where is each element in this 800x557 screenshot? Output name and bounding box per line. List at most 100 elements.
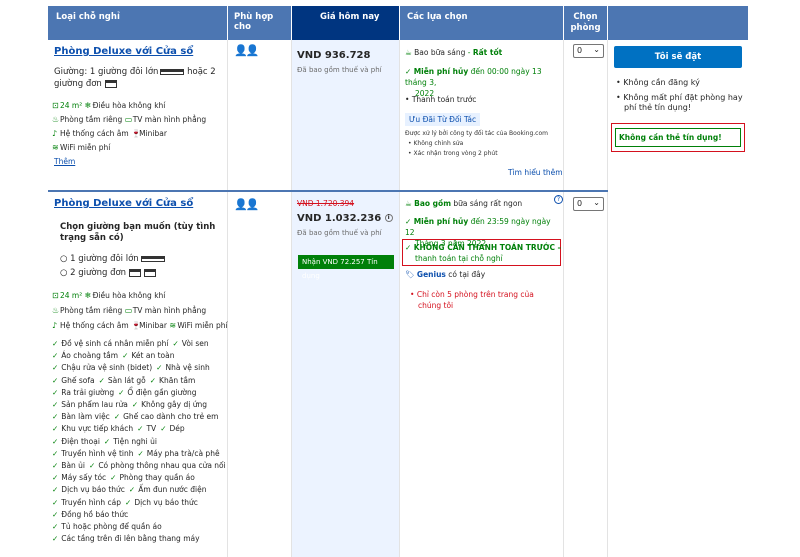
wifi-icon: ≋ [52,143,59,152]
sidebar-bullet: • Không mất phí đặt phòng hay phí thẻ tí… [616,92,743,113]
area-icon: ⊡ [52,101,59,110]
two-guests-icon: 👤👤 [234,198,259,211]
room1-quantity-select[interactable]: 0 ⌄ [573,44,604,58]
amenity-row: ✓ Chậu rửa vệ sinh (bidet) ✓ Nhà vệ sinh [52,363,210,372]
room2-scarcity: • Chỉ còn 5 phòng trên trang của chúng t… [410,290,534,310]
check-icon: ✓ [118,387,125,397]
check-icon: ✓ [89,461,96,470]
radio-icon[interactable]: ○ [60,268,67,278]
room2-bed-option-2[interactable]: ○ 2 giường đơn [60,268,157,278]
amenity-item: Bàn ủi [61,461,86,470]
amenity-item: Dịch vụ báo thức [134,497,198,507]
check-icon: ✓ [137,424,144,434]
amenity-item: Ghế cao dành cho trẻ em [123,412,219,422]
header-choices: Các lựa chọn [400,6,563,40]
amenity-item: Không gây dị ứng [141,400,207,409]
room2-choose-bed: Chọn giường bạn muốn (tùy tình trạng sẵn… [60,222,216,243]
price-column-bg [292,40,399,557]
snowflake-icon: ❄ [84,291,92,300]
header-blank [608,6,748,40]
check-icon: ✓ [52,400,59,409]
check-icon: ✓ [122,351,129,361]
radio-icon[interactable]: ○ [60,254,67,264]
sidebar-bullet: • Không cần đăng ký [616,78,700,87]
amenity-row: ✓ Đồng hồ báo thức [52,510,128,519]
room2-genius: 🏷 Genius có tại đây [405,270,486,279]
check-icon: ✓ [128,485,136,495]
check-icon: ✓ [52,412,59,422]
check-icon: ✓ [52,534,59,544]
minibar-icon: 🍷 [131,129,142,138]
room2-bed-option-1[interactable]: ○ 1 giường đôi lớn [60,254,165,264]
room2-feature-row: ♪ Hệ thống cách âm 🍷Minibar ≋WiFi miễn ph… [52,321,228,330]
room1-price: VND 936.728 [297,50,371,61]
snowflake-icon: ❄ [84,101,92,110]
check-icon: ✓ [52,522,59,531]
amenity-item: Truyền hình vệ tinh [61,448,134,458]
credit-badge: Nhận VND 72.257 Tín dụng [298,255,394,280]
amenity-row: ✓ Đồ vệ sinh cá nhân miễn phí ✓ Vòi sen [52,339,209,348]
no-card-badge: Không cần thẻ tín dụng! [615,128,741,147]
room1-breakfast: ☕ Bao bữa sáng - Rất tốt [405,48,503,57]
check-icon: ✓ [52,339,59,348]
coffee-icon: ☕ [405,199,412,208]
check-icon: ✓ [52,473,59,483]
check-icon: ✓ [156,363,163,373]
reserve-button[interactable]: Tôi sẽ đặt [614,46,742,68]
partner-bullet: • Không chỉnh sửa [408,140,464,147]
check-icon: ✓ [52,424,59,434]
amenity-item: Có phòng thông nhau qua cửa nối [98,461,226,470]
room1-more-link[interactable]: Thêm [54,157,75,166]
room2-quantity-select[interactable]: 0 ⌄ [573,197,604,211]
check-icon: ✓ [52,448,59,458]
tv-icon: ▭ [124,115,133,124]
divider [607,40,608,557]
divider [399,40,400,557]
check-icon: ✓ [405,217,412,226]
room2-price-note: Đã bao gồm thuế và phí [297,229,382,237]
check-icon: ✓ [52,363,59,373]
partner-note: Được xử lý bởi công ty đối tác của Booki… [405,130,548,137]
amenity-item: Phòng thay quần áo [119,473,195,483]
header-price-today: Giá hôm nay [292,6,399,40]
room2-no-prepay: ✓ KHÔNG CẦN THANH TOÁN TRƯỚC – thanh toá… [405,243,562,263]
double-bed-icon [160,68,185,75]
amenity-item: Ấm đun nước điện [138,485,207,495]
room1-feature-row: ⊡24 m² ❄Điều hòa không khí [52,101,166,110]
room1-price-note: Đã bao gồm thuế và phí [297,66,382,74]
single-bed-icon [104,79,117,88]
room1-feature-row: ♨Phòng tắm riêng ▭TV màn hình phẳng [52,115,207,124]
check-icon: ✓ [172,339,179,348]
amenity-item: Khăn tắm [159,375,196,385]
soundproof-icon: ♪ [52,129,58,138]
amenity-row: ✓ Sản phẩm lau rửa ✓ Không gây dị ứng [52,400,207,409]
two-guests-icon: 👤👤 [234,44,259,57]
room2-price: VND 1.032.236 i [297,213,393,224]
room2-breakfast: ☕ Bao gồm bữa sáng rất ngon [405,199,523,208]
header-select-room: Chọn phòng [564,6,607,40]
shower-icon: ♨ [52,306,60,315]
amenity-item: Áo choàng tắm [61,351,119,361]
partner-bullet: • Xác nhận trong vòng 2 phút [408,150,498,157]
chevron-down-icon: ⌄ [593,198,600,207]
room2-name-link[interactable]: Phòng Deluxe với Cửa sổ [54,198,193,209]
room1-name-link[interactable]: Phòng Deluxe với Cửa sổ [54,46,193,57]
amenity-row: ✓ Bàn làm việc ✓ Ghế cao dành cho trẻ em [52,412,218,421]
amenity-item: Bàn làm việc [61,412,110,422]
info-icon[interactable]: i [384,214,393,222]
tag-icon: 🏷 [405,270,415,279]
check-icon: ✓ [110,473,117,483]
amenity-item: Két an toàn [131,351,175,361]
divider [227,40,228,557]
help-icon[interactable]: ? [554,195,563,204]
amenity-item: Tiện nghi ủi [113,436,157,446]
room2-feature-row: ♨Phòng tắm riêng ▭TV màn hình phẳng [52,306,207,315]
room2-feature-row: ⊡24 m² ❄Điều hòa không khí [52,291,166,300]
amenity-row: ✓ Dịch vụ báo thức ✓ Ấm đun nước điện [52,485,207,494]
single-bed-icon [144,268,157,277]
check-icon: ✓ [405,67,412,76]
check-icon: ✓ [125,497,132,507]
learn-more-link[interactable]: Tìm hiểu thêm [508,168,563,177]
room1-prepay: • Thanh toán trước [405,95,477,104]
amenity-item: Truyền hình cáp [61,497,122,507]
